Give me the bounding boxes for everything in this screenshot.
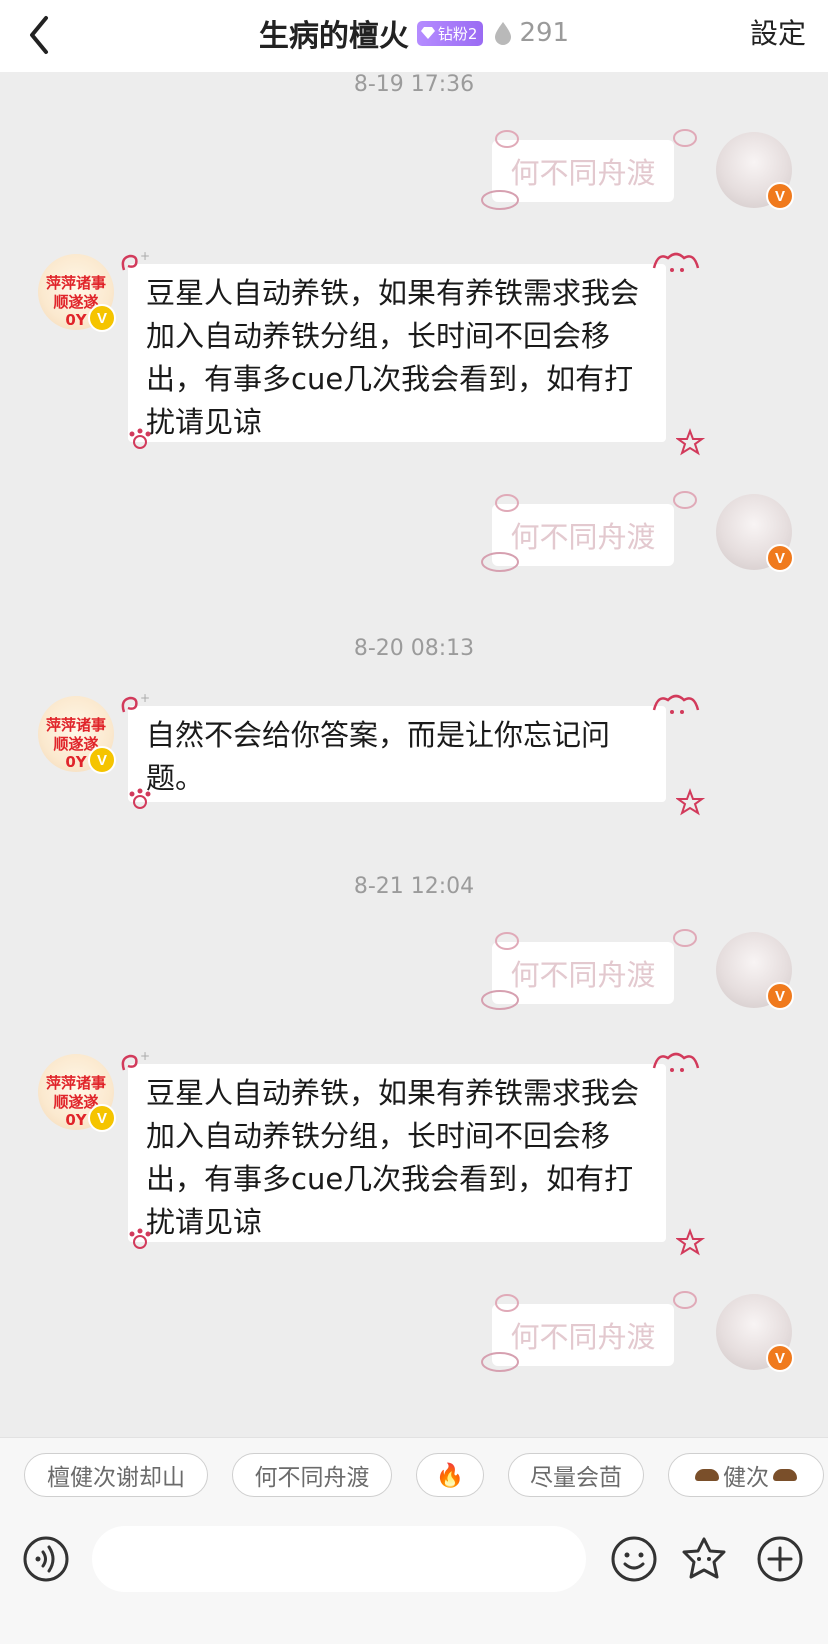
star-deco-icon bbox=[676, 1228, 706, 1256]
hedgehog-icon bbox=[773, 1469, 797, 1481]
fan-count: 291 bbox=[519, 18, 570, 48]
swirl-deco-icon: + bbox=[121, 249, 150, 271]
message-text: 何不同舟渡 bbox=[510, 1320, 656, 1354]
bubble-cloud-icon bbox=[495, 130, 519, 148]
bubble-cloud-icon bbox=[495, 1294, 519, 1312]
paw-deco-icon bbox=[129, 788, 151, 809]
quick-reply-chip[interactable]: 檀健次谢却山 bbox=[24, 1453, 208, 1497]
vip-badge-icon: V bbox=[766, 182, 794, 210]
chip-label: 健次 bbox=[723, 1465, 769, 1491]
emoji-icon[interactable] bbox=[610, 1535, 658, 1583]
bubble-cloud-icon bbox=[495, 932, 519, 950]
vip-badge-icon: V bbox=[766, 544, 794, 572]
bear-sticker-icon bbox=[481, 190, 519, 210]
fan-level-badge: 钻粉2 bbox=[416, 20, 484, 46]
quick-reply-chip[interactable]: 何不同舟渡 bbox=[232, 1453, 392, 1497]
svg-text:+: + bbox=[140, 249, 150, 263]
star-deco-icon bbox=[676, 428, 706, 456]
chip-label: 尽量会茴 bbox=[530, 1465, 622, 1491]
message-text: 豆星人自动养铁，如果有养铁需求我会加入自动养铁分组，长时间不回会移出，有事多cu… bbox=[146, 276, 640, 439]
paw-deco-icon bbox=[129, 428, 151, 449]
avatar-contact[interactable]: 萍萍诸事 顺遂遂0Y V bbox=[38, 696, 116, 774]
chat-title: 生病的檀火 bbox=[258, 19, 409, 54]
bubble-chat-icon bbox=[673, 929, 697, 947]
vip-badge-icon: V bbox=[88, 1104, 116, 1132]
badge-label: 钻粉2 bbox=[437, 24, 478, 43]
fire-drop-icon bbox=[495, 22, 512, 45]
avatar-me[interactable]: V bbox=[716, 494, 794, 572]
diamond-icon bbox=[420, 27, 435, 39]
plus-icon[interactable] bbox=[756, 1535, 804, 1583]
message-text: 豆星人自动养铁，如果有养铁需求我会加入自动养铁分组，长时间不回会移出，有事多cu… bbox=[146, 1076, 640, 1239]
sticker-icon[interactable] bbox=[680, 1535, 728, 1583]
quick-reply-chip[interactable]: 🔥 bbox=[416, 1453, 484, 1497]
voice-icon[interactable] bbox=[22, 1535, 70, 1583]
swirl-deco-icon: + bbox=[121, 1049, 150, 1071]
avatar-contact[interactable]: 萍萍诸事 顺遂遂0Y V bbox=[38, 254, 116, 332]
bear-sticker-icon bbox=[481, 1352, 519, 1372]
message-input[interactable] bbox=[92, 1526, 586, 1592]
quick-reply-chip[interactable]: 健次 bbox=[668, 1453, 824, 1497]
bear-sticker-icon bbox=[481, 552, 519, 572]
chip-label: 何不同舟渡 bbox=[254, 1465, 370, 1491]
kitty-deco-icon bbox=[652, 252, 700, 272]
message-bubble-incoming[interactable]: 豆星人自动养铁，如果有养铁需求我会加入自动养铁分组，长时间不回会移出，有事多cu… bbox=[128, 1064, 666, 1242]
svg-text:+: + bbox=[140, 691, 150, 705]
vip-badge-icon: V bbox=[88, 304, 116, 332]
top-bar: 生病的檀火 钻粉2 291 設定 bbox=[0, 0, 828, 72]
avatar-text: 萍萍诸事 bbox=[45, 716, 106, 734]
hedgehog-icon bbox=[695, 1469, 719, 1481]
message-text: 何不同舟渡 bbox=[510, 156, 656, 190]
message-text: 自然不会给你答案，而是让你忘记问题。 bbox=[146, 718, 611, 795]
quick-reply-chip[interactable]: 尽量会茴 bbox=[508, 1453, 644, 1497]
message-bubble-incoming[interactable]: 自然不会给你答案，而是让你忘记问题。 bbox=[128, 706, 666, 802]
bubble-chat-icon bbox=[673, 1291, 697, 1309]
message-bubble-incoming[interactable]: 豆星人自动养铁，如果有养铁需求我会加入自动养铁分组，长时间不回会移出，有事多cu… bbox=[128, 264, 666, 442]
bottom-panel: 檀健次谢却山 何不同舟渡 🔥 尽量会茴 健次 bbox=[0, 1437, 828, 1644]
message-text: 何不同舟渡 bbox=[510, 958, 656, 992]
timestamp: 8-19 17:36 bbox=[353, 72, 475, 97]
vip-badge-icon: V bbox=[766, 982, 794, 1010]
svg-text:+: + bbox=[140, 1049, 150, 1063]
bubble-cloud-icon bbox=[495, 494, 519, 512]
kitty-deco-icon bbox=[652, 694, 700, 714]
avatar-me[interactable]: V bbox=[716, 932, 794, 1010]
timestamp: 8-20 08:13 bbox=[353, 636, 475, 661]
bubble-chat-icon bbox=[673, 129, 697, 147]
settings-button[interactable]: 設定 bbox=[750, 12, 806, 52]
vip-badge-icon: V bbox=[88, 746, 116, 774]
avatar-me[interactable]: V bbox=[716, 132, 794, 210]
paw-deco-icon bbox=[129, 1228, 151, 1249]
avatar-text: 萍萍诸事 bbox=[45, 274, 106, 292]
swirl-deco-icon: + bbox=[121, 691, 150, 713]
bear-sticker-icon bbox=[481, 990, 519, 1010]
timestamp: 8-21 12:04 bbox=[353, 874, 475, 899]
avatar-contact[interactable]: 萍萍诸事 顺遂遂0Y V bbox=[38, 1054, 116, 1132]
message-text: 何不同舟渡 bbox=[510, 520, 656, 554]
star-deco-icon bbox=[676, 788, 706, 816]
fire-emoji: 🔥 bbox=[435, 1462, 465, 1489]
bubble-chat-icon bbox=[673, 491, 697, 509]
kitty-deco-icon bbox=[652, 1052, 700, 1072]
avatar-text: 萍萍诸事 bbox=[45, 1074, 106, 1092]
avatar-me[interactable]: V bbox=[716, 1294, 794, 1372]
chip-label: 檀健次谢却山 bbox=[47, 1465, 185, 1491]
vip-badge-icon: V bbox=[766, 1344, 794, 1372]
